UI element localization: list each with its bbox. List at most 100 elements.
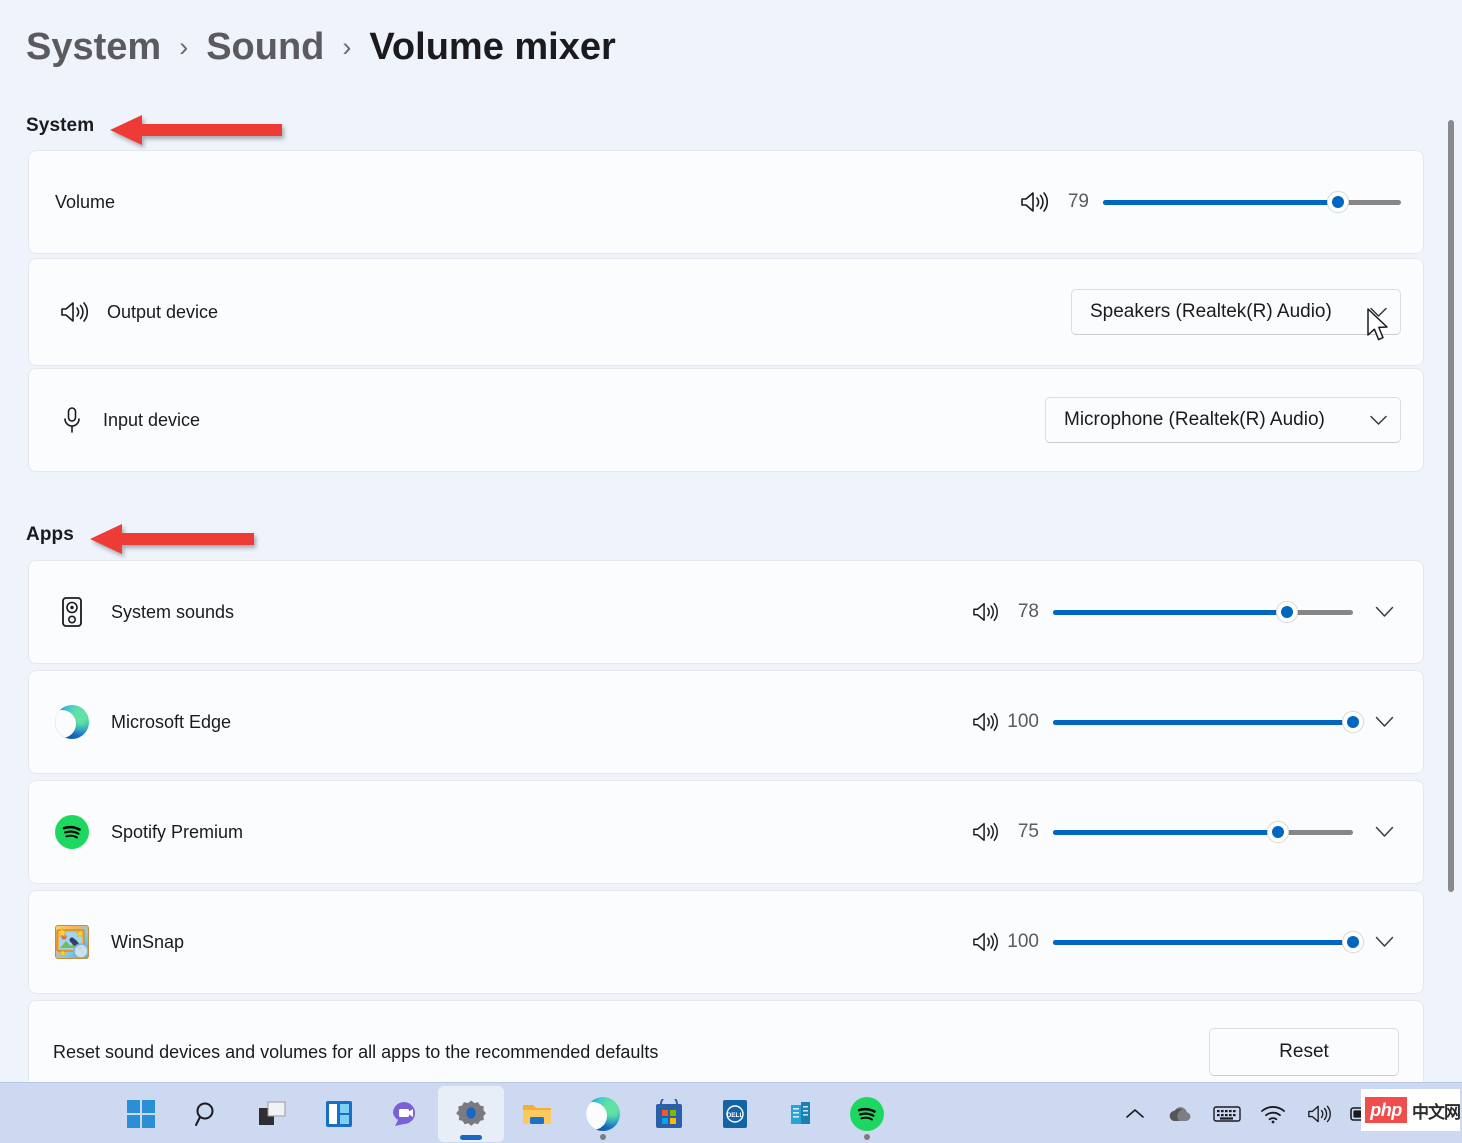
taskbar-running-indicator xyxy=(864,1134,870,1140)
microsoft-store-icon xyxy=(655,1099,683,1129)
app-row-system-sounds[interactable]: System sounds 78 xyxy=(28,560,1424,664)
output-device-card: Output device Speakers (Realtek(R) Audio… xyxy=(28,258,1424,366)
chevron-down-icon[interactable] xyxy=(1367,815,1401,849)
chevron-down-icon[interactable] xyxy=(1367,595,1401,629)
taskbar-settings-app[interactable] xyxy=(438,1086,504,1142)
app-name: Spotify Premium xyxy=(111,822,243,843)
app-volume-slider[interactable] xyxy=(1053,930,1353,954)
slider-thumb[interactable] xyxy=(1276,601,1298,623)
onedrive-tray-button[interactable] xyxy=(1158,1086,1204,1142)
app-name: System sounds xyxy=(111,602,234,623)
volume-value: 79 xyxy=(1049,191,1089,213)
network-wifi-button[interactable] xyxy=(1250,1086,1296,1142)
slider-thumb[interactable] xyxy=(1267,821,1289,843)
app-slider-group: 100 xyxy=(971,925,1401,959)
volume-row-label: Volume xyxy=(55,192,115,213)
app-volume-slider[interactable] xyxy=(1053,600,1353,624)
app-volume-value: 75 xyxy=(999,821,1039,843)
breadcrumb-item-sound[interactable]: Sound xyxy=(206,28,324,66)
breadcrumb-separator-1: › xyxy=(175,34,192,61)
wifi-icon xyxy=(1260,1104,1286,1124)
page-title: Volume mixer xyxy=(369,28,615,66)
chevron-down-icon[interactable] xyxy=(1367,705,1401,739)
input-device-value: Microphone (Realtek(R) Audio) xyxy=(1064,409,1325,431)
app-name: WinSnap xyxy=(111,932,184,953)
scrollbar[interactable] xyxy=(1444,96,1458,1076)
slider-thumb[interactable] xyxy=(1327,191,1349,213)
annotation-arrow-system xyxy=(108,113,284,147)
breadcrumb: System › Sound › Volume mixer xyxy=(26,28,616,66)
dell-app-button[interactable]: DELL xyxy=(702,1086,768,1142)
input-device-card: Input device Microphone (Realtek(R) Audi… xyxy=(28,368,1424,472)
watermark-overlay: php 中文网 xyxy=(1361,1089,1460,1131)
start-button[interactable] xyxy=(108,1086,174,1142)
app-row-spotify-premium[interactable]: Spotify Premium 75 xyxy=(28,780,1424,884)
app-volume-value: 78 xyxy=(999,601,1039,623)
watermark-php-badge: php xyxy=(1365,1097,1407,1123)
file-explorer-button[interactable] xyxy=(504,1086,570,1142)
section-heading-apps: Apps xyxy=(26,524,74,546)
chevron-up-icon xyxy=(1125,1107,1145,1121)
reset-card: Reset sound devices and volumes for all … xyxy=(28,1000,1424,1082)
chevron-down-icon xyxy=(1370,415,1387,426)
slider-thumb[interactable] xyxy=(1342,711,1364,733)
breadcrumb-item-system[interactable]: System xyxy=(26,28,161,66)
speaker-volume-icon[interactable] xyxy=(1019,189,1049,215)
chat-button[interactable] xyxy=(372,1086,438,1142)
watermark-text: 中文网 xyxy=(1412,1098,1460,1123)
input-device-dropdown[interactable]: Microphone (Realtek(R) Audio) xyxy=(1045,397,1401,443)
microsoft-store-button[interactable] xyxy=(636,1086,702,1142)
speaker-volume-icon[interactable] xyxy=(971,710,999,734)
output-device-value: Speakers (Realtek(R) Audio) xyxy=(1090,301,1332,323)
taskbar-pinned-items: DELL xyxy=(108,1083,900,1143)
chevron-down-icon[interactable] xyxy=(1367,925,1401,959)
taskbar-running-indicator xyxy=(600,1134,606,1140)
slider-fill xyxy=(1053,720,1353,725)
output-device-dropdown[interactable]: Speakers (Realtek(R) Audio) xyxy=(1071,289,1401,335)
windows-logo-icon xyxy=(126,1099,156,1129)
app-row-microsoft-edge[interactable]: Microsoft Edge 100 xyxy=(28,670,1424,774)
svg-text:DELL: DELL xyxy=(727,1112,744,1119)
taskbar-microsoft-edge[interactable] xyxy=(570,1086,636,1142)
annotation-arrow-apps xyxy=(88,522,256,556)
file-explorer-folder-icon xyxy=(522,1101,552,1127)
speaker-volume-icon[interactable] xyxy=(971,600,999,624)
reset-button[interactable]: Reset xyxy=(1209,1028,1399,1076)
keyboard-icon xyxy=(1213,1104,1241,1124)
cloud-icon xyxy=(1167,1104,1195,1124)
app-name: Microsoft Edge xyxy=(111,712,231,733)
microsoft-edge-icon xyxy=(55,705,89,739)
app-slider-group: 100 xyxy=(971,705,1401,739)
show-hidden-icons-button[interactable] xyxy=(1112,1086,1158,1142)
app-volume-slider[interactable] xyxy=(1053,820,1353,844)
widgets-button[interactable] xyxy=(306,1086,372,1142)
settings-gear-icon xyxy=(456,1099,486,1129)
task-view-button[interactable] xyxy=(240,1086,306,1142)
server-stack-icon xyxy=(787,1099,815,1129)
volume-tray-button[interactable] xyxy=(1296,1086,1342,1142)
app-volume-slider[interactable] xyxy=(1053,710,1353,734)
taskbar: DELL xyxy=(0,1082,1462,1143)
app-volume-value: 100 xyxy=(999,711,1039,733)
slider-thumb[interactable] xyxy=(1342,931,1364,953)
slider-fill xyxy=(1103,200,1338,205)
volume-slider[interactable] xyxy=(1103,190,1401,214)
volume-slider-group: 79 xyxy=(1019,189,1401,215)
speaker-volume-icon[interactable] xyxy=(971,930,999,954)
section-heading-system: System xyxy=(26,115,94,137)
speaker-volume-icon xyxy=(1306,1103,1332,1125)
chat-teams-icon xyxy=(390,1100,420,1128)
app-row-winsnap[interactable]: WinSnap 100 xyxy=(28,890,1424,994)
speaker-volume-icon[interactable] xyxy=(971,820,999,844)
touch-keyboard-button[interactable] xyxy=(1204,1086,1250,1142)
microsoft-edge-icon xyxy=(586,1097,620,1131)
taskbar-spotify-app[interactable] xyxy=(834,1086,900,1142)
app-volume-value: 100 xyxy=(999,931,1039,953)
input-device-label: Input device xyxy=(103,410,200,431)
server-app-button[interactable] xyxy=(768,1086,834,1142)
breadcrumb-separator-2: › xyxy=(338,34,355,61)
scrollbar-thumb[interactable] xyxy=(1448,120,1454,892)
task-view-icon xyxy=(258,1100,288,1128)
search-button[interactable] xyxy=(174,1086,240,1142)
settings-page: System › Sound › Volume mixer System Vol… xyxy=(0,0,1462,1082)
